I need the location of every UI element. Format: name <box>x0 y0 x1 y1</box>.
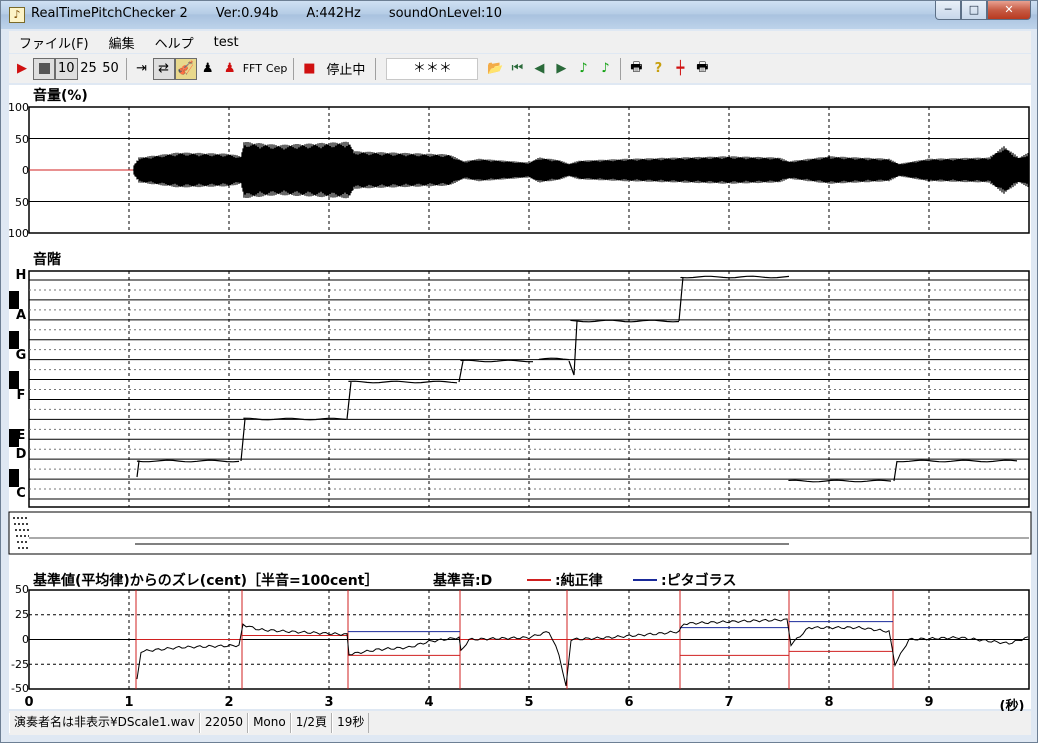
status-duration: 19秒 <box>332 713 370 733</box>
title-bar: ♪ RealTimePitchChecker 2 Ver:0.94b A:442Hz… <box>1 1 1037 29</box>
cent-tick: -50 <box>11 682 29 695</box>
volume-tick: 50 <box>15 133 29 146</box>
pitch-title: 音階 <box>33 252 61 268</box>
note-label-f: F <box>16 388 26 403</box>
status-channels: Mono <box>248 713 291 733</box>
record-stop-icon[interactable]: ■ <box>298 58 320 80</box>
toolbar-divider <box>125 57 127 80</box>
speed-50-button[interactable]: 50 <box>100 58 122 80</box>
cep-button[interactable]: Cep <box>264 58 289 80</box>
speed-25-button[interactable]: 25 <box>78 58 100 80</box>
print-preview-icon[interactable]: 🖶 <box>691 58 713 80</box>
violin-icon[interactable]: 🎻 <box>174 57 197 80</box>
cent-tick: 25 <box>15 608 29 621</box>
maximize-button[interactable]: □ <box>961 1 987 20</box>
x-tick: 8 <box>824 695 834 710</box>
note-display: ＊＊＊ <box>386 57 479 80</box>
help-icon[interactable]: ? <box>647 58 669 80</box>
pitch-plot <box>28 270 1030 508</box>
note-label-a: A <box>15 308 27 323</box>
minimize-button[interactable]: ─ <box>935 1 961 20</box>
volume-title: 音量(%) <box>33 88 88 104</box>
app-window: ♪ RealTimePitchChecker 2 Ver:0.94b A:442Hz… <box>0 0 1038 743</box>
status-page: 1/2頁 <box>290 713 333 733</box>
black-key <box>9 429 19 447</box>
chart-area: 音量(%) 100 50 0 50 100 音階 HAGFEDC 基準値(平均律… <box>8 85 1032 714</box>
a-freq-label: A:442Hz <box>306 6 361 21</box>
open-folder-icon[interactable]: 📂 <box>484 58 506 80</box>
person-red-icon[interactable]: ♟ <box>219 58 241 80</box>
black-key <box>9 469 19 487</box>
app-icon[interactable]: ♪ <box>9 7 25 23</box>
play-status: 停止中 <box>326 63 366 78</box>
note-label-h: H <box>15 268 27 283</box>
x-tick: 6 <box>624 695 634 710</box>
menu-bar: ファイル(F) 編集 ヘルプ test <box>9 31 1031 53</box>
x-tick: 7 <box>724 695 734 710</box>
note-light-icon[interactable]: ♪ <box>594 58 616 80</box>
status-file: 演奏者名は非表示¥DScale1.wav <box>9 713 200 733</box>
app-name: RealTimePitchChecker 2 <box>31 6 188 21</box>
legend-pyth-label: :ピタゴラス <box>661 573 737 589</box>
toolbar-divider <box>620 57 622 80</box>
legend-just-label: :純正律 <box>555 573 603 589</box>
cent-tick: 0 <box>22 633 29 646</box>
person-icon[interactable]: ♟ <box>197 58 219 80</box>
cent-title: 基準値(平均律)からのズレ(cent)［半音=100cent］ <box>33 573 379 589</box>
legend-just-swatch <box>527 579 551 581</box>
timeline-strip <box>8 511 1032 555</box>
x-tick: 9 <box>924 695 934 710</box>
volume-tick: 100 <box>8 227 29 240</box>
note-label-c: C <box>16 486 26 501</box>
sound-level-label: soundOnLevel:10 <box>388 6 502 21</box>
play-icon[interactable]: ▶ <box>11 58 33 80</box>
x-tick: 5 <box>524 695 534 710</box>
black-key <box>9 291 19 309</box>
print-icon[interactable]: 🖶 <box>625 58 647 80</box>
loop-icon[interactable]: ⇄ <box>152 57 175 80</box>
speed-10-button[interactable]: 10 <box>55 57 78 80</box>
status-bar: 演奏者名は非表示¥DScale1.wav 22050 Mono 1/2頁 19秒 <box>9 711 1031 735</box>
volume-waveform-plot <box>28 106 1030 234</box>
black-key <box>9 331 19 349</box>
note-label-d: D <box>15 447 27 462</box>
toolbar-divider <box>375 57 377 80</box>
window-title: RealTimePitchChecker 2 Ver:0.94b A:442Hz so… <box>31 6 530 21</box>
x-tick: 1 <box>124 695 134 710</box>
black-key <box>9 371 19 389</box>
skip-start-icon[interactable]: ⏮ <box>506 58 528 80</box>
x-tick: 0 <box>24 695 34 710</box>
status-samplerate: 22050 <box>199 713 249 733</box>
menu-file[interactable]: ファイル(F) <box>9 33 99 52</box>
strip-frame <box>8 511 1032 555</box>
fft-button[interactable]: FFT <box>241 58 264 80</box>
legend-pyth-swatch <box>633 579 657 581</box>
toolbar: ▶ 10 25 50 ⇥ ⇄ 🎻 ♟ ♟ FFT Cep ■ 停止中 ＊＊＊ 📂… <box>9 54 1031 83</box>
step-forward-icon[interactable]: ▶ <box>550 58 572 80</box>
toolbar-divider <box>293 57 295 80</box>
menu-test[interactable]: test <box>204 35 249 50</box>
cent-deviation-plot <box>28 589 1030 690</box>
step-back-icon[interactable]: ◀ <box>528 58 550 80</box>
volume-tick: 100 <box>8 101 29 114</box>
note-label-g: G <box>15 348 27 363</box>
jump-end-icon[interactable]: ⇥ <box>131 58 153 80</box>
stop-icon[interactable] <box>33 57 55 80</box>
version-label: Ver:0.94b <box>215 6 279 21</box>
marker-icon[interactable]: ┿ <box>669 58 691 80</box>
x-tick: 3 <box>324 695 334 710</box>
cent-tick: 50 <box>15 583 29 596</box>
base-note-label: 基準音:D <box>433 573 493 589</box>
x-tick: 2 <box>224 695 234 710</box>
menu-help[interactable]: ヘルプ <box>145 33 204 52</box>
note-green-icon[interactable]: ♪ <box>572 58 594 80</box>
x-tick: 4 <box>424 695 434 710</box>
close-button[interactable]: ✕ <box>987 1 1031 20</box>
volume-tick: 0 <box>22 164 29 177</box>
volume-tick: 50 <box>15 196 29 209</box>
menu-edit[interactable]: 編集 <box>99 33 145 52</box>
cent-tick: -25 <box>11 658 29 671</box>
